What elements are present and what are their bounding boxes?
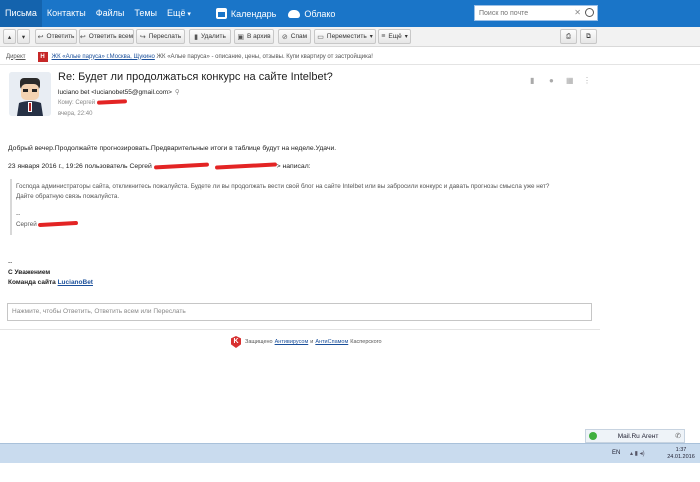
quoted-message: Господа администраторы сайта, откликните…	[10, 179, 595, 235]
open-window-button[interactable]: ⧉	[580, 29, 597, 44]
nav-more[interactable]: Ещё	[162, 0, 196, 27]
kaspersky-notice: K Защищено Антивирусом и АнтиСпамом Касп…	[231, 336, 382, 348]
quote-header: 23 января 2016 г., 19:26 пользователь Се…	[8, 162, 311, 170]
delete-button[interactable]: ▮ Удалить	[189, 29, 231, 44]
search-input[interactable]	[475, 9, 575, 17]
search-icon[interactable]	[585, 8, 594, 17]
signature-link[interactable]: LucianoBet	[58, 279, 93, 286]
phone-icon[interactable]: ✆	[675, 432, 681, 440]
dot-icon[interactable]: ●	[549, 76, 554, 85]
signature-line: С Уважением	[8, 269, 51, 276]
signature-line: Команда сайта LucianoBet	[8, 279, 93, 286]
print-button[interactable]: ⎙	[560, 29, 577, 44]
archive-icon: ▣	[237, 33, 244, 41]
prev-message-button[interactable]: ▴	[3, 29, 16, 44]
ad-text: ЖК «Алые паруса» г.Москва, Щукино ЖК «Ал…	[51, 53, 373, 60]
menu-icon: ≡	[381, 33, 386, 40]
quote-dashes: --	[16, 211, 21, 218]
chevron-up-icon: ▴	[7, 33, 12, 41]
quote-line: Дайте обратную связь пожалуйста.	[16, 193, 120, 200]
quick-reply-input[interactable]: Нажмите, чтобы Ответить, Ответить всем и…	[7, 303, 592, 321]
antispam-link[interactable]: АнтиСпамом	[315, 339, 348, 345]
ad-label[interactable]: Директ	[6, 54, 26, 60]
calendar-icon	[215, 8, 227, 19]
clock[interactable]: 1:37 24.01.2016	[664, 447, 698, 461]
top-nav: Письма Контакты Файлы Темы Ещё Календарь…	[0, 0, 700, 27]
more-button[interactable]: ≡ Ещё ▾	[378, 29, 411, 44]
chevron-down-icon: ▾	[369, 34, 373, 40]
message-toolbar: ▴ ▾ ↩ Ответить ↩ Ответить всем ↪ Переслать …	[0, 27, 700, 47]
avatar	[9, 72, 51, 116]
nav-cloud[interactable]: Облако	[288, 9, 335, 19]
sender-avatar-icon	[9, 72, 51, 116]
signature-dashes: --	[8, 259, 13, 266]
nav-files[interactable]: Файлы	[91, 0, 130, 27]
message-to: Кому: Сергей	[58, 99, 127, 106]
message-subject: Re: Будет ли продолжаться конкурс на сай…	[58, 71, 333, 83]
print-icon[interactable]: ▦	[566, 76, 574, 85]
folder-icon: ▭	[317, 33, 324, 41]
message-date: вчера, 22:40	[58, 111, 93, 117]
cloud-icon	[288, 9, 301, 18]
ad-banner: Директ Н ЖК «Алые паруса» г.Москва, Щуки…	[0, 49, 700, 65]
antivirus-link[interactable]: Антивирусом	[275, 339, 309, 345]
forward-icon: ↪	[139, 33, 146, 41]
chevron-down-icon: ▾	[21, 33, 26, 41]
redaction-mark	[38, 221, 79, 228]
chevron-down-icon: ▾	[404, 34, 408, 40]
trash-icon: ▮	[194, 33, 199, 41]
status-online-icon	[589, 432, 597, 440]
move-button[interactable]: ▭ Переместить ▾	[314, 29, 376, 44]
language-indicator[interactable]: EN	[612, 450, 620, 456]
more-vertical-icon[interactable]: ⋮	[583, 76, 591, 85]
search-icon[interactable]: ⚲	[175, 89, 180, 96]
nav-mail[interactable]: Письма	[0, 0, 42, 27]
reply-icon: ↩	[37, 33, 44, 41]
redaction-mark	[153, 162, 209, 170]
reply-all-button[interactable]: ↩ Ответить всем	[79, 29, 134, 44]
redaction-mark	[96, 99, 127, 106]
reply-button[interactable]: ↩ Ответить	[35, 29, 77, 44]
mailru-agent[interactable]: Mail.Ru Агент ✆	[585, 429, 685, 443]
redaction-mark	[214, 162, 277, 170]
nav-calendar[interactable]: Календарь	[215, 8, 276, 19]
next-message-button[interactable]: ▾	[17, 29, 30, 44]
archive-button[interactable]: ▣ В архив	[234, 29, 274, 44]
body-line: Добрый вечер.Продолжайте прогнозировать.…	[8, 145, 337, 152]
ad-link[interactable]: ЖК «Алые паруса» г.Москва, Щукино	[52, 54, 155, 60]
reply-all-icon: ↩	[79, 33, 86, 41]
spam-icon: ⊘	[281, 33, 288, 41]
tray-icons[interactable]: ▴ ▮ ◂)	[630, 450, 645, 457]
message-from[interactable]: luciano bet <lucianobet55@gmail.com> ⚲	[58, 88, 180, 96]
nav-themes[interactable]: Темы	[129, 0, 162, 27]
printer-icon: ⎙	[565, 32, 572, 40]
spam-button[interactable]: ⊘ Спам	[278, 29, 311, 44]
ad-logo: Н	[37, 51, 48, 62]
forward-button[interactable]: ↪ Переслать	[136, 29, 185, 44]
quote-line: Господа администраторы сайта, откликните…	[16, 183, 550, 190]
bookmark-icon[interactable]: ▮	[530, 76, 534, 85]
windows-taskbar: EN ▴ ▮ ◂) 1:37 24.01.2016	[0, 443, 700, 463]
clear-icon[interactable]: ✕	[574, 8, 581, 17]
new-window-icon: ⧉	[586, 32, 591, 40]
kaspersky-shield-icon: K	[231, 336, 241, 348]
quote-signature: Сергей	[16, 221, 79, 228]
search-box: ✕	[474, 5, 598, 21]
nav-contacts[interactable]: Контакты	[42, 0, 91, 27]
